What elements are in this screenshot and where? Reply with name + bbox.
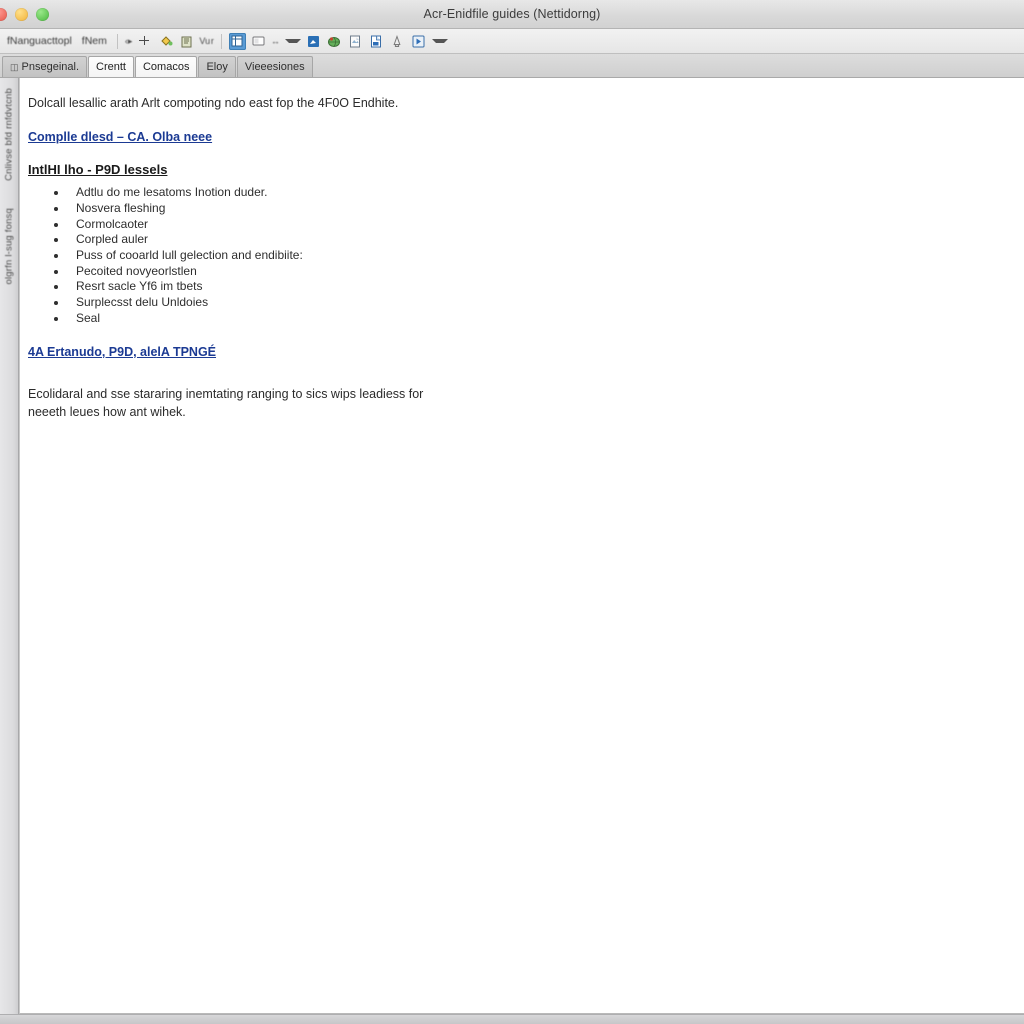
section-heading: IntlHI lho - P9D lessels — [28, 162, 168, 178]
file-icon: ◫ — [10, 61, 19, 72]
document-pane: Dolcall lesallic arath Arlt compoting nd… — [19, 78, 1024, 1014]
table-icon[interactable] — [228, 32, 246, 50]
closing-paragraph: Ecolidaral and sse stararing inemtating … — [28, 386, 424, 420]
tab-crentt[interactable]: Crentt — [88, 56, 134, 77]
toolbar-separator — [220, 33, 222, 49]
list-item: Nosvera fleshing — [54, 201, 788, 217]
application-window: Acr-Enidfile guides (Nettidorng) fNangua… — [0, 0, 1024, 1024]
bookmark-icon[interactable] — [389, 33, 406, 50]
undo-redo-icon[interactable]: ‹▸ — [125, 36, 133, 47]
list-item: Adtlu do me lesatoms Inotion duder. — [54, 185, 788, 201]
tab-label: Pnsegeinal. — [21, 61, 80, 73]
add-plus-icon[interactable] — [136, 33, 153, 50]
toolbar-overflow-icon[interactable] — [431, 39, 448, 43]
list-item: Seal — [54, 311, 788, 327]
toolbar-separator — [116, 33, 118, 49]
secondary-link[interactable]: 4A Ertanudo, P9D, alelA TPNGÉ — [28, 345, 216, 359]
document-body: Dolcall lesallic arath Arlt compoting nd… — [28, 94, 788, 422]
page-blue-icon[interactable] — [368, 33, 385, 50]
book-icon[interactable] — [178, 33, 195, 50]
close-button[interactable] — [0, 7, 7, 21]
sidebar-vertical-label-2[interactable]: olgrfn l-sug fonsq — [4, 208, 15, 284]
window-controls — [0, 7, 49, 21]
list-item: Surplecsst delu Unldoies — [54, 295, 788, 311]
tab-label: Eloy — [206, 61, 228, 73]
arrows-icon[interactable]: ↔ — [271, 36, 280, 46]
list-item: Resrt sacle Yf6 im tbets — [54, 279, 788, 295]
primary-link[interactable]: Complle dlesd – CA. Olba neee — [28, 130, 212, 144]
image-export-icon[interactable] — [347, 33, 364, 50]
tab-pnsegeinal[interactable]: ◫ Pnsegeinal. — [2, 56, 88, 77]
bullet-list: Adtlu do me lesatoms Inotion duder. Nosv… — [28, 185, 788, 326]
toolbar-menu-label-2[interactable]: fNem — [79, 35, 110, 47]
window-bottom-edge — [0, 1014, 1024, 1024]
tab-label: Vieeesiones — [244, 61, 305, 73]
window-title: Acr-Enidfile guides (Nettidorng) — [423, 7, 601, 21]
intro-paragraph: Dolcall lesallic arath Arlt compoting nd… — [28, 96, 399, 110]
tab-vieeesiones[interactable]: Vieeesiones — [236, 56, 313, 77]
globe-icon[interactable] — [326, 33, 343, 50]
toolbar: fNanguacttopl fNem ‹▸ Vu r ↔ — [0, 29, 1024, 54]
list-item: Corpled auler — [54, 232, 788, 248]
list-item: Pecoited novyeorlstlen — [54, 264, 788, 280]
tab-comacos[interactable]: Comacos — [134, 56, 198, 77]
toolbar-menu-label-1[interactable]: fNanguacttopl — [4, 35, 75, 47]
title-bar: Acr-Enidfile guides (Nettidorng) — [0, 0, 1024, 29]
tab-eloy[interactable]: Eloy — [198, 56, 236, 77]
list-item: Cormolcaoter — [54, 217, 788, 233]
sidebar-vertical-label-1[interactable]: Cnlivse bfd rnfdvtcnb — [4, 88, 15, 181]
chevron-down-icon[interactable] — [284, 39, 301, 43]
left-sidebar[interactable]: Cnlivse bfd rnfdvtcnb olgrfn l-sug fonsq — [0, 78, 19, 1014]
tab-label: Crentt — [96, 61, 126, 73]
paint-bucket-icon[interactable] — [157, 33, 174, 50]
blue-square-icon[interactable] — [305, 33, 322, 50]
list-item: Puss of cooarld lull gelection and endib… — [54, 248, 788, 264]
text-wrap-icon[interactable]: Vu r — [199, 36, 213, 46]
frame-icon[interactable] — [250, 33, 267, 50]
zoom-button[interactable] — [36, 7, 49, 21]
tab-strip: ◫ Pnsegeinal. Crentt Comacos Eloy Vieees… — [0, 54, 1024, 78]
minimize-button[interactable] — [15, 7, 28, 21]
window-body: Cnlivse bfd rnfdvtcnb olgrfn l-sug fonsq… — [0, 78, 1024, 1014]
tab-label: Comacos — [142, 61, 190, 73]
media-icon[interactable] — [410, 33, 427, 50]
